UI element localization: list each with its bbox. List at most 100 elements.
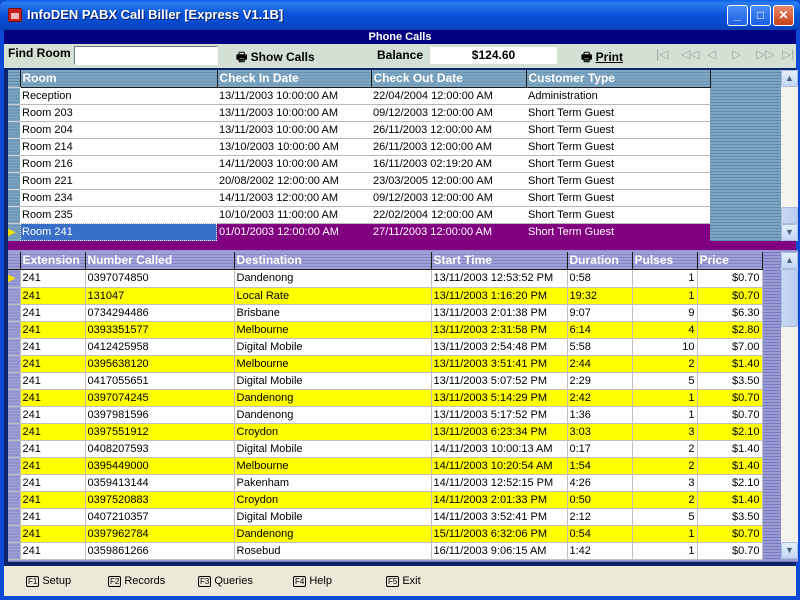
call-row[interactable]: ▶ 241 0397074850 Dandenong 13/11/2003 12:53:… [8, 269, 763, 288]
room-row[interactable]: Room 214 13/10/2003 10:00:00 AM 26/11/2003… [8, 138, 710, 156]
destination-cell[interactable]: Melbourne [234, 457, 432, 475]
room-row[interactable]: Room 235 10/10/2003 11:00:00 AM 22/02/2004… [8, 206, 710, 224]
check-in-cell[interactable]: 14/11/2003 10:00:00 AM [217, 155, 371, 173]
duration-cell[interactable]: 19:32 [567, 287, 633, 305]
check-out-cell[interactable]: 23/03/2005 12:00:00 AM [371, 172, 526, 190]
duration-cell[interactable]: 0:58 [567, 269, 633, 288]
duration-cell[interactable]: 2:29 [567, 372, 633, 390]
row-selector[interactable] [8, 138, 20, 156]
title-bar[interactable]: InfoDEN PABX Call Biller [Express V1.1B]… [0, 0, 800, 30]
row-selector[interactable] [8, 406, 21, 424]
duration-cell[interactable]: 2:42 [567, 389, 633, 407]
duration-cell[interactable]: 1:36 [567, 406, 633, 424]
destination-cell[interactable]: Local Rate [234, 287, 432, 305]
scroll-thumb[interactable] [781, 207, 798, 224]
destination-cell[interactable]: Dandenong [234, 389, 432, 407]
col-destination[interactable]: Destination [234, 252, 432, 270]
extension-cell[interactable]: 241 [20, 491, 86, 509]
queries-button[interactable]: F3 Queries [198, 575, 253, 587]
start-time-cell[interactable]: 15/11/2003 6:32:06 PM [431, 525, 568, 543]
duration-cell[interactable]: 0:54 [567, 525, 633, 543]
row-selector[interactable] [8, 321, 21, 339]
start-time-cell[interactable]: 13/11/2003 2:54:48 PM [431, 338, 568, 356]
number-called-cell[interactable]: 0397074850 [85, 269, 235, 288]
duration-cell[interactable]: 4:26 [567, 474, 633, 492]
row-selector[interactable] [8, 338, 21, 356]
customer-type-cell[interactable]: Short Term Guest [526, 206, 710, 224]
number-called-cell[interactable]: 0359413144 [85, 474, 235, 492]
destination-cell[interactable]: Dandenong [234, 525, 432, 543]
start-time-cell[interactable]: 16/11/2003 9:06:15 AM [431, 542, 568, 560]
room-cell[interactable]: Room 216 [20, 155, 217, 173]
check-out-cell[interactable]: 09/12/2003 12:00:00 AM [371, 189, 526, 207]
col-extension[interactable]: Extension [20, 252, 86, 270]
row-selector[interactable] [8, 508, 21, 526]
row-selector[interactable] [8, 172, 20, 190]
call-row[interactable]: 241 131047 Local Rate 13/11/2003 1:16:20 PM… [8, 287, 763, 305]
nav-prev-page-icon[interactable]: ◁◁ [681, 47, 699, 61]
check-out-cell[interactable]: 26/11/2003 12:00:00 AM [371, 138, 526, 156]
start-time-cell[interactable]: 13/11/2003 5:14:29 PM [431, 389, 568, 407]
price-cell[interactable]: $0.70 [697, 542, 763, 560]
scroll-thumb[interactable] [781, 269, 798, 327]
col-pulses[interactable]: Pulses [632, 252, 698, 270]
row-selector[interactable] [8, 206, 20, 224]
pulses-cell[interactable]: 1 [632, 406, 698, 424]
number-called-cell[interactable]: 0397074245 [85, 389, 235, 407]
check-in-cell[interactable]: 13/11/2003 10:00:00 AM [217, 104, 371, 122]
call-row[interactable]: 241 0397520883 Croydon 14/11/2003 2:01:33 P… [8, 491, 763, 509]
call-row[interactable]: 241 0397962784 Dandenong 15/11/2003 6:32:06… [8, 525, 763, 543]
setup-button[interactable]: F1 Setup [26, 575, 71, 587]
customer-type-cell[interactable]: Administration [526, 87, 710, 105]
records-button[interactable]: F2 Records [108, 575, 165, 587]
pulses-cell[interactable]: 2 [632, 355, 698, 373]
extension-cell[interactable]: 241 [20, 338, 86, 356]
col-customer-type[interactable]: Customer Type [526, 70, 711, 88]
customer-type-cell[interactable]: Short Term Guest [526, 172, 710, 190]
scroll-down-icon[interactable]: ▼ [781, 224, 798, 241]
number-called-cell[interactable]: 0412425958 [85, 338, 235, 356]
check-out-cell[interactable]: 22/02/2004 12:00:00 AM [371, 206, 526, 224]
duration-cell[interactable]: 6:14 [567, 321, 633, 339]
check-in-cell[interactable]: 20/08/2002 12:00:00 AM [217, 172, 371, 190]
price-cell[interactable]: $1.40 [697, 355, 763, 373]
number-called-cell[interactable]: 0397962784 [85, 525, 235, 543]
start-time-cell[interactable]: 13/11/2003 5:17:52 PM [431, 406, 568, 424]
price-cell[interactable]: $0.70 [697, 389, 763, 407]
row-selector[interactable] [8, 287, 21, 305]
destination-cell[interactable]: Dandenong [234, 269, 432, 288]
number-called-cell[interactable]: 131047 [85, 287, 235, 305]
col-start-time[interactable]: Start Time [431, 252, 568, 270]
row-selector[interactable] [8, 457, 21, 475]
start-time-cell[interactable]: 13/11/2003 2:31:58 PM [431, 321, 568, 339]
extension-cell[interactable]: 241 [20, 287, 86, 305]
close-button[interactable]: ✕ [773, 5, 794, 26]
pulses-cell[interactable]: 1 [632, 542, 698, 560]
destination-cell[interactable]: Rosebud [234, 542, 432, 560]
room-row[interactable]: Reception 13/11/2003 10:00:00 AM 22/04/200… [8, 87, 710, 105]
start-time-cell[interactable]: 14/11/2003 3:52:41 PM [431, 508, 568, 526]
check-in-cell[interactable]: 13/10/2003 10:00:00 AM [217, 138, 371, 156]
price-cell[interactable]: $1.40 [697, 440, 763, 458]
duration-cell[interactable]: 5:58 [567, 338, 633, 356]
start-time-cell[interactable]: 14/11/2003 2:01:33 PM [431, 491, 568, 509]
splitter[interactable] [8, 241, 796, 250]
call-row[interactable]: 241 0397551912 Croydon 13/11/2003 6:23:34 P… [8, 423, 763, 441]
number-called-cell[interactable]: 0395638120 [85, 355, 235, 373]
destination-cell[interactable]: Melbourne [234, 321, 432, 339]
pulses-cell[interactable]: 1 [632, 525, 698, 543]
room-row[interactable]: Room 203 13/11/2003 10:00:00 AM 09/12/2003… [8, 104, 710, 122]
check-out-cell[interactable]: 22/04/2004 12:00:00 AM [371, 87, 526, 105]
duration-cell[interactable]: 3:03 [567, 423, 633, 441]
pulses-cell[interactable]: 3 [632, 474, 698, 492]
extension-cell[interactable]: 241 [20, 269, 86, 288]
destination-cell[interactable]: Digital Mobile [234, 440, 432, 458]
price-cell[interactable]: $0.70 [697, 287, 763, 305]
check-in-cell[interactable]: 10/10/2003 11:00:00 AM [217, 206, 371, 224]
pulses-cell[interactable]: 5 [632, 372, 698, 390]
extension-cell[interactable]: 241 [20, 304, 86, 322]
call-row[interactable]: 241 0393351577 Melbourne 13/11/2003 2:31:58… [8, 321, 763, 339]
nav-first-icon[interactable]: |◁ [656, 47, 668, 61]
number-called-cell[interactable]: 0395449000 [85, 457, 235, 475]
duration-cell[interactable]: 0:50 [567, 491, 633, 509]
